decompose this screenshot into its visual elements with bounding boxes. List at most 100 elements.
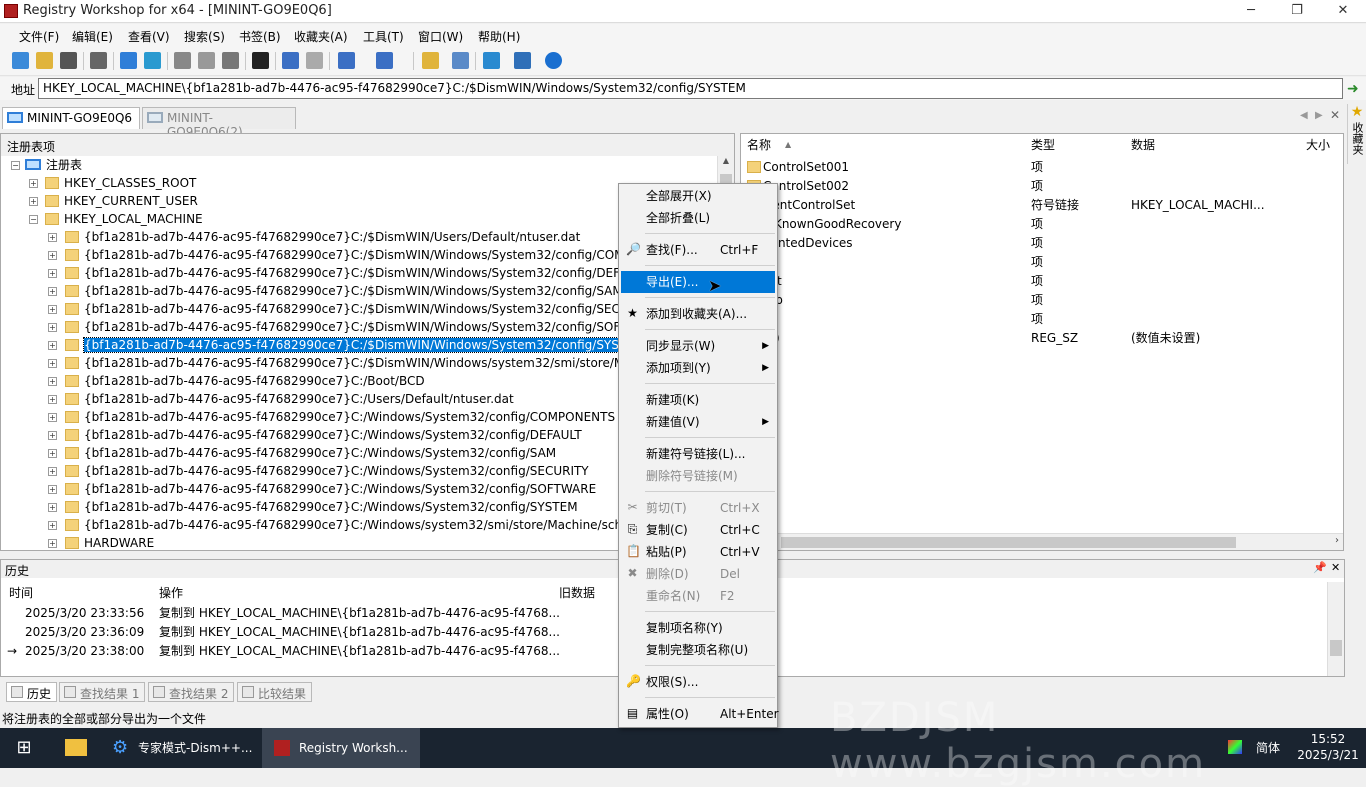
- expand-icon[interactable]: +: [48, 287, 57, 296]
- favorites-side-tab[interactable]: ★ 收藏夹: [1347, 104, 1366, 164]
- taskbar-item-registry[interactable]: Registry Worksh...: [262, 728, 420, 768]
- close-button[interactable]: ✕: [1320, 0, 1366, 23]
- taskbar-item-dism[interactable]: ⚙ 专家模式-Dism++...: [104, 728, 256, 768]
- tree-node-hklm-child[interactable]: {bf1a281b-ad7b-4476-ac95-f47682990ce7}C:…: [65, 318, 639, 336]
- open-icon[interactable]: [36, 52, 53, 69]
- list-row[interactable]: rrentControlSet 符号链接 HKEY_LOCAL_MACHI...: [741, 196, 1341, 215]
- tree-node-hklm-child[interactable]: {bf1a281b-ad7b-4476-ac95-f47682990ce7}C:…: [65, 480, 596, 498]
- snapshot-icon[interactable]: [90, 52, 107, 69]
- context-menu-item[interactable]: 新建值(V) ▶: [621, 411, 775, 433]
- tab-close-icon[interactable]: ✕: [1330, 108, 1340, 122]
- menu-edit[interactable]: 编辑(E): [72, 28, 113, 45]
- scroll-thumb[interactable]: [1330, 640, 1342, 656]
- history-scrollbar[interactable]: [1327, 582, 1344, 676]
- expand-icon[interactable]: +: [48, 503, 57, 512]
- history-close-icon[interactable]: ✕: [1331, 561, 1340, 574]
- context-menu-item[interactable]: 🔑 权限(S)...: [621, 671, 775, 693]
- scroll-right-icon[interactable]: ›: [1335, 535, 1339, 546]
- menu-search[interactable]: 搜索(S): [184, 28, 225, 45]
- context-menu-item[interactable]: 导出(E)...: [621, 271, 775, 293]
- tree-node-hklm-child[interactable]: {bf1a281b-ad7b-4476-ac95-f47682990ce7}C:…: [65, 426, 582, 444]
- delete-icon[interactable]: [252, 52, 269, 69]
- context-menu-item[interactable]: 新建符号链接(L)...: [621, 443, 775, 465]
- tree-node-hklm-child[interactable]: {bf1a281b-ad7b-4476-ac95-f47682990ce7}C:…: [65, 372, 425, 390]
- col-old-data[interactable]: 旧数据: [559, 584, 595, 601]
- list-row[interactable]: ControlSet001 项: [741, 158, 1341, 177]
- find-icon[interactable]: [452, 52, 469, 69]
- menu-favorites[interactable]: 收藏夹(A): [294, 28, 348, 45]
- file-explorer-icon[interactable]: [54, 728, 98, 768]
- expand-icon[interactable]: +: [48, 449, 57, 458]
- list-row[interactable]: ect项: [741, 272, 1341, 291]
- tree-node-hklm-child[interactable]: {bf1a281b-ad7b-4476-ac95-f47682990ce7}C:…: [65, 264, 643, 282]
- context-menu-item[interactable]: ▤ 属性(O) Alt+Enter: [621, 703, 779, 725]
- expand-icon[interactable]: +: [48, 395, 57, 404]
- tab-find-results-1[interactable]: 查找结果 1: [59, 682, 146, 702]
- col-operation[interactable]: 操作: [159, 584, 183, 601]
- expand-icon[interactable]: +: [48, 467, 57, 476]
- tree-node-hklm-child[interactable]: {bf1a281b-ad7b-4476-ac95-f47682990ce7}C:…: [65, 246, 641, 264]
- menu-view[interactable]: 查看(V): [128, 28, 170, 45]
- expand-icon[interactable]: +: [48, 251, 57, 260]
- settings-icon[interactable]: [514, 52, 531, 69]
- col-time[interactable]: 时间: [9, 584, 33, 601]
- forward-icon[interactable]: [376, 52, 393, 69]
- expand-icon[interactable]: +: [29, 179, 38, 188]
- tab-history[interactable]: 历史: [6, 682, 58, 702]
- tree-node-hklm-child[interactable]: {bf1a281b-ad7b-4476-ac95-f47682990ce7}C:…: [65, 228, 580, 246]
- tree-node-hklm-child[interactable]: {bf1a281b-ad7b-4476-ac95-f47682990ce7}C:…: [65, 444, 556, 462]
- expand-icon[interactable]: +: [48, 413, 57, 422]
- context-menu-item[interactable]: 全部展开(X): [621, 185, 775, 207]
- list-row[interactable]: 认)REG_SZ(数值未设置): [741, 329, 1341, 348]
- list-row[interactable]: tup项: [741, 291, 1341, 310]
- expand-icon[interactable]: +: [29, 197, 38, 206]
- col-data[interactable]: 数据: [1131, 134, 1155, 156]
- list-row[interactable]: ountedDevices 项: [741, 234, 1341, 253]
- context-menu-item[interactable]: 同步显示(W) ▶: [621, 335, 775, 357]
- expand-icon[interactable]: +: [48, 431, 57, 440]
- tree-node-hklm-child[interactable]: {bf1a281b-ad7b-4476-ac95-f47682990ce7}C:…: [65, 336, 646, 354]
- tab-compare-results[interactable]: 比较结果: [237, 682, 313, 702]
- redo-icon[interactable]: [306, 52, 323, 69]
- paste-icon[interactable]: [222, 52, 239, 69]
- tab-scroll-left-icon[interactable]: ◀: [1300, 110, 1308, 121]
- help-icon[interactable]: [545, 52, 562, 69]
- collapse-icon[interactable]: −: [11, 161, 20, 170]
- cut-icon[interactable]: [174, 52, 191, 69]
- list-row[interactable]: ControlSet002 项: [741, 177, 1341, 196]
- tab-find-results-2[interactable]: 查找结果 2: [148, 682, 235, 702]
- expand-icon[interactable]: +: [48, 377, 57, 386]
- expand-icon[interactable]: +: [48, 521, 57, 530]
- menu-help[interactable]: 帮助(H): [478, 28, 520, 45]
- tree-node-hklm-child[interactable]: {bf1a281b-ad7b-4476-ac95-f47682990ce7}C:…: [65, 462, 589, 480]
- address-input[interactable]: HKEY_LOCAL_MACHINE\{bf1a281b-ad7b-4476-a…: [38, 78, 1343, 99]
- menu-tools[interactable]: 工具(T): [363, 28, 404, 45]
- context-menu-item[interactable]: 复制项名称(Y): [621, 617, 775, 639]
- maximize-button[interactable]: ❐: [1274, 0, 1320, 23]
- tree-node-hklm-child[interactable]: {bf1a281b-ad7b-4476-ac95-f47682990ce7}C:…: [65, 408, 615, 426]
- collapse-icon[interactable]: −: [29, 215, 38, 224]
- expand-icon[interactable]: +: [48, 359, 57, 368]
- col-name[interactable]: 名称: [747, 134, 771, 156]
- tree-hive-current-user[interactable]: HKEY_CURRENT_USER: [45, 192, 198, 210]
- start-windows-icon[interactable]: ⊞: [0, 728, 48, 768]
- remote-icon[interactable]: [144, 52, 161, 69]
- col-type[interactable]: 类型: [1031, 134, 1055, 156]
- context-menu-item[interactable]: 添加项到(Y) ▶: [621, 357, 775, 379]
- tree-hive-classes-root[interactable]: HKEY_CLASSES_ROOT: [45, 174, 196, 192]
- tab-computer-1[interactable]: MININT-GO9E0Q6: [2, 107, 140, 129]
- expand-icon[interactable]: +: [48, 539, 57, 548]
- parent-key-icon[interactable]: [422, 52, 439, 69]
- context-menu-item[interactable]: 📋 粘贴(P) Ctrl+V: [621, 541, 775, 563]
- expand-icon[interactable]: +: [48, 485, 57, 494]
- menu-window[interactable]: 窗口(W): [418, 28, 463, 45]
- copy-icon[interactable]: [198, 52, 215, 69]
- context-menu-item[interactable]: 新建项(K): [621, 389, 775, 411]
- go-arrow-icon[interactable]: ➜: [1347, 81, 1359, 97]
- context-menu-item[interactable]: 复制完整项名称(U): [621, 639, 775, 661]
- expand-icon[interactable]: +: [48, 323, 57, 332]
- tree-node-hklm-child[interactable]: {bf1a281b-ad7b-4476-ac95-f47682990ce7}C:…: [65, 354, 638, 372]
- tree-node-hklm-child[interactable]: {bf1a281b-ad7b-4476-ac95-f47682990ce7}C:…: [65, 390, 514, 408]
- context-menu-item[interactable]: ⎘ 复制(C) Ctrl+C: [621, 519, 775, 541]
- undo-icon[interactable]: [282, 52, 299, 69]
